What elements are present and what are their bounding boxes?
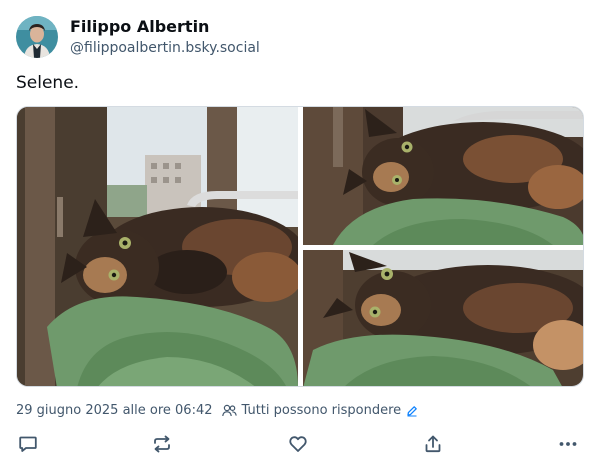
post-image-2[interactable] (303, 107, 583, 245)
cat-photo-icon (17, 107, 298, 386)
author-handle[interactable]: @filippoalbertin.bsky.social (70, 38, 260, 58)
comment-icon (19, 436, 37, 452)
more-icon (559, 442, 577, 446)
share-icon (425, 435, 441, 453)
like-button[interactable] (286, 432, 310, 456)
cat-photo-icon (303, 250, 583, 386)
repost-icon (154, 435, 170, 453)
people-icon (221, 404, 237, 417)
repost-button[interactable] (150, 432, 174, 456)
cat-photo-icon (303, 107, 583, 245)
image-gallery (16, 106, 584, 387)
share-button[interactable] (421, 432, 445, 456)
post-text: Selene. (16, 73, 80, 93)
heart-icon (289, 436, 307, 452)
author-names: Filippo Albertin @filippoalbertin.bsky.s… (70, 17, 260, 58)
post-meta: 29 giugno 2025 alle ore 06:42 Tutti poss… (16, 403, 418, 418)
more-options-button[interactable] (556, 432, 580, 456)
post-actions (0, 430, 600, 458)
post-image-3[interactable] (303, 250, 583, 386)
author-display-name[interactable]: Filippo Albertin (70, 17, 260, 37)
avatar[interactable] (16, 16, 58, 58)
post-header: Filippo Albertin @filippoalbertin.bsky.s… (16, 16, 260, 58)
post-timestamp[interactable]: 29 giugno 2025 alle ore 06:42 (16, 403, 213, 418)
reply-button[interactable] (16, 432, 40, 456)
pencil-icon[interactable] (406, 405, 418, 417)
post-image-1[interactable] (17, 107, 298, 386)
avatar-photo (16, 16, 58, 58)
reply-setting-label[interactable]: Tutti possono rispondere (242, 403, 402, 418)
